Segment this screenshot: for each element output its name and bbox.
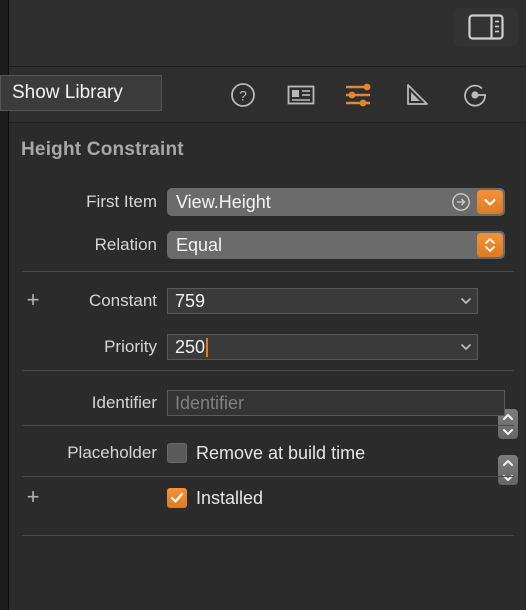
constant-dropdown-icon[interactable] xyxy=(455,297,477,305)
checkmark-icon xyxy=(170,492,184,503)
row-identifier: Identifier Identifier xyxy=(9,388,526,418)
first-item-label: First Item xyxy=(86,192,157,211)
row-constant: Constant 759 xyxy=(9,286,526,316)
identifier-input[interactable]: Identifier xyxy=(167,390,505,416)
row-relation: Relation Equal xyxy=(9,230,526,260)
sliders-icon xyxy=(346,83,371,106)
page-title: Height Constraint xyxy=(21,139,184,160)
relation-stepper-button[interactable] xyxy=(477,233,503,257)
identifier-placeholder: Identifier xyxy=(175,392,245,413)
identity-card-icon xyxy=(287,85,315,104)
stepper-down-icon[interactable] xyxy=(502,428,514,436)
installed-label: Installed xyxy=(196,487,264,508)
toolbar xyxy=(9,0,526,67)
relation-popup-button[interactable]: Equal xyxy=(167,231,505,259)
ruler-triangle-icon xyxy=(407,83,428,105)
row-placeholder: Placeholder Remove at build time xyxy=(9,438,526,468)
first-item-value: View.Height xyxy=(176,191,271,212)
chevron-down-icon xyxy=(461,298,471,304)
remove-at-build-time-checkbox[interactable] xyxy=(167,443,187,463)
chevron-down-icon xyxy=(484,199,496,206)
divider-5 xyxy=(22,535,514,536)
divider-1 xyxy=(22,271,514,272)
first-item-dropdown-button[interactable] xyxy=(477,190,503,214)
divider-2 xyxy=(22,370,514,371)
row-first-item: First Item View.Height xyxy=(9,187,526,217)
connections-inspector-tab[interactable] xyxy=(446,75,504,115)
installed-checkbox[interactable] xyxy=(167,488,187,508)
tooltip-text: Show Library xyxy=(12,82,123,103)
row-installed: Installed xyxy=(9,483,526,513)
inspector-panel-icon xyxy=(467,14,504,40)
arrow-circle-icon xyxy=(464,84,486,106)
priority-dropdown-icon[interactable] xyxy=(455,343,477,351)
toggle-inspector-button[interactable] xyxy=(453,8,518,46)
relation-label: Relation xyxy=(94,235,157,254)
first-item-popup-button[interactable]: View.Height xyxy=(167,188,505,216)
priority-label: Priority xyxy=(104,337,157,356)
constant-value: 759 xyxy=(175,290,206,311)
identifier-label: Identifier xyxy=(91,393,157,412)
attributes-inspector-tab[interactable] xyxy=(330,75,388,115)
identity-inspector-tab[interactable] xyxy=(272,75,330,115)
xcode-inspector-panel: ? Show Library Height Constraint First I… xyxy=(0,0,526,610)
size-inspector-tab[interactable] xyxy=(388,75,446,115)
question-circle-icon: ? xyxy=(231,82,255,107)
divider-4 xyxy=(22,476,514,477)
chevron-down-icon xyxy=(461,344,471,350)
remove-at-build-time-label: Remove at build time xyxy=(196,442,366,463)
placeholder-label: Placeholder xyxy=(67,443,157,462)
svg-text:?: ? xyxy=(239,87,247,103)
show-library-tooltip: Show Library xyxy=(0,75,162,111)
constant-label: Constant xyxy=(88,291,157,310)
attributes-inspector-body: Height Constraint First Item View.Height xyxy=(9,123,526,610)
arrow-right-circle-icon[interactable] xyxy=(451,192,471,212)
constant-input[interactable]: 759 xyxy=(167,288,478,314)
quick-help-inspector-tab[interactable]: ? xyxy=(214,75,272,115)
chevron-up-down-icon xyxy=(485,238,495,252)
stepper-down-icon[interactable] xyxy=(502,474,514,482)
relation-value: Equal xyxy=(176,234,223,255)
text-cursor xyxy=(206,337,209,357)
priority-input[interactable]: 250 xyxy=(167,334,478,360)
priority-value: 250 xyxy=(175,336,206,357)
divider-3 xyxy=(22,425,514,426)
row-priority: Priority 250 xyxy=(9,332,526,362)
